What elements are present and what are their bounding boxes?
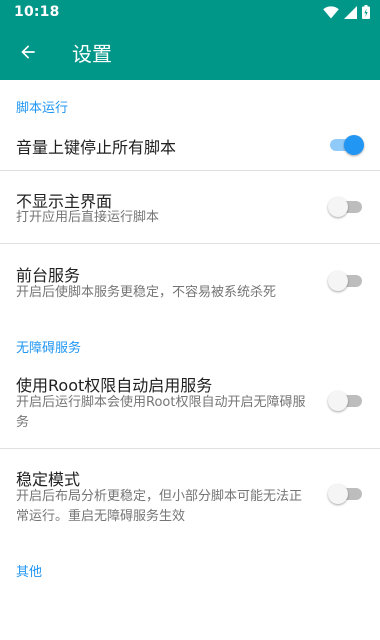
status-bar: 10:18 <box>0 0 380 24</box>
status-time: 10:18 <box>14 4 60 20</box>
status-icons <box>323 5 370 19</box>
category-script-run: 脚本运行 <box>16 101 69 116</box>
switch-thumb <box>328 271 348 291</box>
signal-icon <box>344 5 357 19</box>
toolbar: 设置 <box>0 24 380 80</box>
wifi-icon <box>323 5 339 18</box>
pref-summary: 开启后使脚本服务更稳定，不容易被系统杀死 <box>16 285 277 300</box>
pref-stable-mode[interactable]: 稳定模式 开启后布局分析更稳定，但小部分脚本可能无法正常运行。重启无障碍服务生效 <box>0 449 380 539</box>
settings-list[interactable]: 脚本运行 音量上键停止所有脚本 不显示主界面 打开应用后直接运行脚本 前台服务 … <box>0 80 380 640</box>
pref-hide-main-ui[interactable]: 不显示主界面 打开应用后直接运行脚本 <box>0 171 380 243</box>
category-accessibility: 无障碍服务 <box>16 341 82 356</box>
arrow-back-icon <box>21 45 35 59</box>
pref-title: 音量上键停止所有脚本 <box>16 138 177 157</box>
page-title: 设置 <box>72 41 112 66</box>
pref-summary: 开启后布局分析更稳定，但小部分脚本可能无法正常运行。重启无障碍服务生效 <box>16 489 303 524</box>
app-bar: 10:18 设置 <box>0 0 380 80</box>
root-auto-enable-switch[interactable] <box>328 390 364 412</box>
pref-summary: 开启后运行脚本会使用Root权限自动开启无障碍服务 <box>16 395 306 430</box>
stop-scripts-volume-switch[interactable] <box>328 134 364 156</box>
pref-root-auto-enable[interactable]: 使用Root权限自动启用服务 开启后运行脚本会使用Root权限自动开启无障碍服务 <box>0 360 380 447</box>
foreground-service-switch[interactable] <box>328 270 364 292</box>
switch-thumb <box>344 135 364 155</box>
switch-thumb <box>328 197 348 217</box>
switch-thumb <box>328 484 348 504</box>
switch-thumb <box>328 391 348 411</box>
pref-summary: 打开应用后直接运行脚本 <box>16 210 160 225</box>
hide-main-ui-switch[interactable] <box>328 196 364 218</box>
pref-stop-scripts-volume[interactable]: 音量上键停止所有脚本 <box>0 120 380 170</box>
category-other: 其他 <box>16 565 43 580</box>
stable-mode-switch[interactable] <box>328 483 364 505</box>
back-button[interactable] <box>0 24 56 80</box>
battery-icon <box>362 5 370 19</box>
pref-foreground-service[interactable]: 前台服务 开启后使脚本服务更稳定，不容易被系统杀死 <box>0 244 380 319</box>
